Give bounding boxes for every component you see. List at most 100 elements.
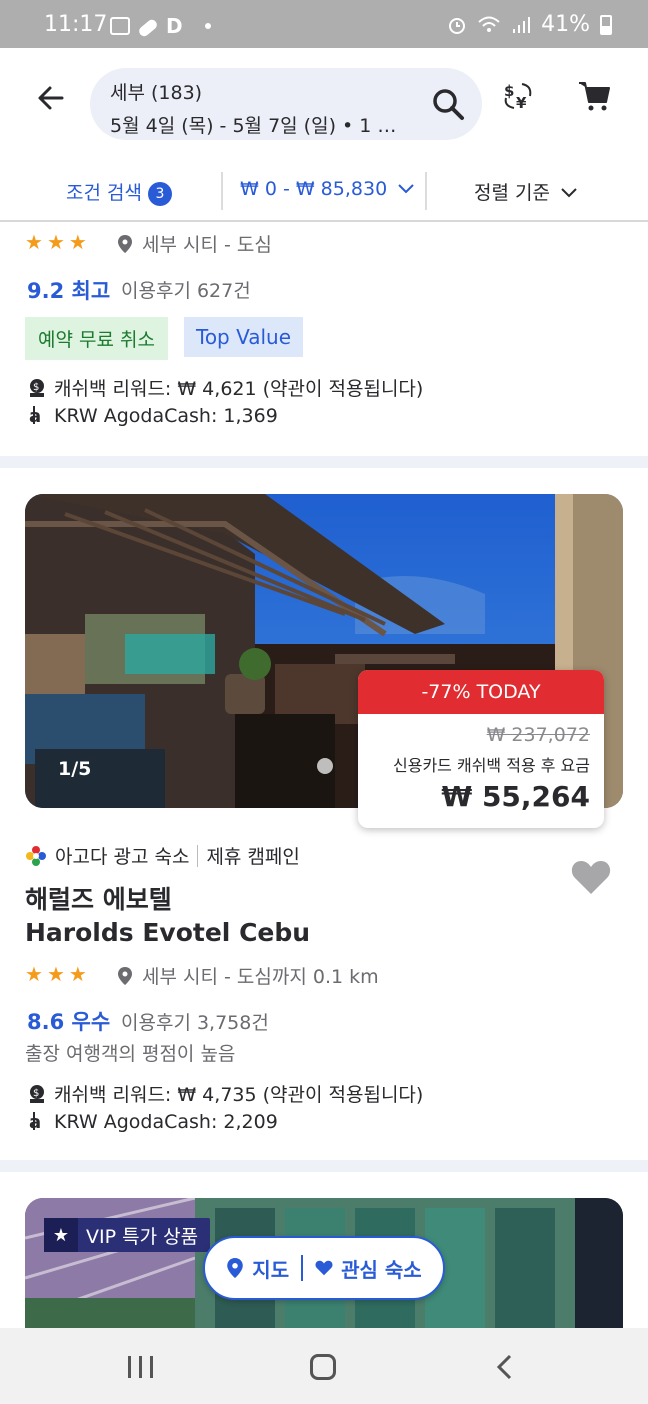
signal-icon [513,16,531,33]
system-icons: 41% [447,12,612,37]
sort-button[interactable]: 정렬 기준 [474,178,578,205]
chevron-down-icon [398,184,414,194]
agodacash-text: KRW AgodaCash: 1,369 [54,405,278,427]
alarm-icon [449,17,466,34]
vip-deal-badge: ★ VIP 특가 상품 [44,1218,211,1252]
hotel-name-korean[interactable]: 해럴즈 에보텔 [25,880,172,916]
hotel-card[interactable]: 1/5 -77% TODAY ₩ 237,072 신용카드 캐쉬백 적용 후 요… [0,468,648,1160]
location-pin-icon [118,967,132,985]
search-summary[interactable]: 세부 (183) 5월 4일 (목) - 5월 7일 (일) • 1 투숙객 [90,68,482,140]
cashback-icon: $ [30,1085,44,1103]
top-bar: 세부 (183) 5월 4일 (목) - 5월 7일 (일) • 1 투숙객 $… [0,48,648,160]
star-icon: ★ [25,962,43,986]
hotel-location: 세부 시티 - 도심 [118,230,272,257]
filter-divider [221,172,223,210]
price-note: 신용카드 캐쉬백 적용 후 요금 [393,756,590,775]
ad-label-row: 아고다 광고 숙소 제휴 캠페인 [25,842,300,869]
status-time: 11:17 [44,12,108,37]
gallery-icon [110,17,130,35]
search-dates: 5월 4일 (목) - 5월 7일 (일) • 1 투숙객 [110,115,410,137]
star-rating: ★ ★ ★ [25,230,87,254]
currency-exchange-icon[interactable]: $¥ [500,78,536,114]
location-pin-icon [118,235,132,253]
svg-text:$: $ [33,382,39,393]
cashback-text: 캐쉬백 리워드: ₩ 4,735 (약관이 적용됩니다) [54,1084,424,1106]
svg-text:$: $ [33,1088,39,1099]
heart-icon [315,1260,333,1276]
star-icon: ★ [44,1218,78,1252]
current-price: ₩ 55,264 [441,780,590,813]
search-location: 세부 (183) [110,82,203,104]
back-button[interactable] [494,1354,516,1380]
card-divider [0,1160,648,1172]
location-text: 세부 시티 - 도심 [142,234,272,256]
svg-text:a: a [29,1112,41,1131]
wifi-icon [478,16,500,32]
favorites-label: 관심 숙소 [341,1257,422,1282]
free-cancel-tag: 예약 무료 취소 [25,317,168,360]
conditions-filter-label: 조건 검색 [66,182,142,204]
vip-label: VIP 특가 상품 [86,1225,199,1248]
pill-icon [137,17,159,39]
campaign-label: 제휴 캠페인 [206,846,300,868]
map-favorites-floating-bar: 지도 관심 숙소 [203,1236,445,1300]
status-bar: 11:17 D 41% [0,0,648,48]
cashback-reward: $ 캐쉬백 리워드: ₩ 4,621 (약관이 적용됩니다) [28,374,423,401]
photo-counter: 1/5 [58,758,92,780]
agodacash-reward: a KRW AgodaCash: 2,209 [28,1111,278,1133]
agodacash-reward: a KRW AgodaCash: 1,369 [28,405,278,427]
agodacash-icon: a [29,1112,41,1131]
map-label: 지도 [252,1257,290,1282]
sort-label: 정렬 기준 [474,182,550,204]
price-box: -77% TODAY ₩ 237,072 신용카드 캐쉬백 적용 후 요금 ₩ … [358,670,604,828]
svg-text:a: a [29,406,41,425]
back-arrow-icon[interactable] [32,76,76,120]
agodacash-text: KRW AgodaCash: 2,209 [54,1111,278,1133]
home-button[interactable] [310,1354,336,1380]
review-count: 이용후기 3,758건 [121,1012,269,1034]
search-icon[interactable] [430,86,466,122]
favorite-heart-icon[interactable] [570,858,612,896]
top-value-tag: Top Value [184,317,304,357]
review-score: 8.6 우수 [27,1010,111,1034]
system-nav-bar [0,1328,648,1404]
hotel-name-english[interactable]: Harolds Evotel Cebu [25,918,310,947]
cashback-icon: $ [30,379,44,397]
star-icon: ★ [68,962,87,986]
traveler-note: 출장 여행객의 평점이 높음 [25,1043,236,1065]
cashback-reward: $ 캐쉬백 리워드: ₩ 4,735 (약관이 적용됩니다) [28,1080,423,1107]
more-notifications-icon [204,23,211,29]
review-count: 이용후기 627건 [121,280,251,302]
svg-text:¥: ¥ [516,94,527,112]
cashback-text: 캐쉬백 리워드: ₩ 4,621 (약관이 적용됩니다) [54,378,424,400]
ad-label: 아고다 광고 숙소 [55,846,190,868]
filter-bar: 조건 검색 3 ₩ 0 - ₩ 85,830 정렬 기준 [0,160,648,222]
star-icon: ★ [68,230,87,254]
filter-divider [425,172,427,210]
review-score: 9.2 최고 [27,279,111,303]
agoda-logo-icon [26,845,46,866]
price-range-label: ₩ 0 - ₩ 85,830 [240,178,388,200]
star-icon: ★ [46,962,65,986]
star-icon: ★ [25,230,43,254]
battery-text: 41% [541,12,590,37]
star-rating: ★ ★ ★ [25,962,87,986]
agodacash-icon: a [29,406,41,425]
favorites-button[interactable]: 관심 숙소 [315,1254,422,1283]
star-icon: ★ [46,230,65,254]
conditions-filter-button[interactable]: 조건 검색 3 [66,178,172,206]
map-button[interactable]: 지도 [226,1254,289,1283]
cart-icon[interactable] [576,78,612,114]
price-filter-button[interactable]: ₩ 0 - ₩ 85,830 [240,178,415,200]
battery-icon [600,14,612,35]
location-text: 세부 시티 - 도심까지 0.1 km [142,966,379,988]
discount-badge: -77% TODAY [358,670,604,714]
location-pin-icon [227,1258,244,1278]
conditions-count-badge: 3 [147,181,172,206]
hotel-card[interactable]: ★ ★ ★ 세부 시티 - 도심 9.2 최고 이용후기 627건 예약 무료 취소… [0,224,648,456]
recent-apps-button[interactable] [128,1356,153,1378]
svg-text:$: $ [504,82,514,100]
chevron-down-icon [561,188,577,198]
hotel-location: 세부 시티 - 도심까지 0.1 km [118,962,379,989]
app-logo-icon: D [166,14,183,38]
